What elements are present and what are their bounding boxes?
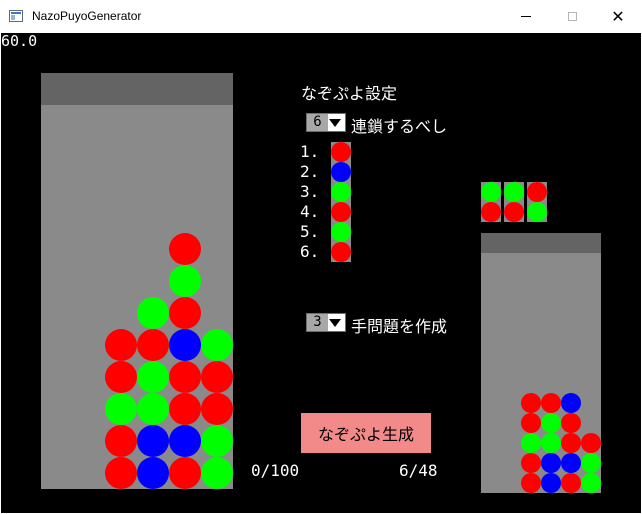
puyo-blue (137, 425, 169, 457)
chain-step-puyo (331, 222, 351, 242)
preview-puyo-blue (541, 473, 561, 493)
puyo-red (169, 297, 201, 329)
next-pair-bottom-puyo (504, 202, 524, 222)
next-pair-top-puyo (527, 182, 547, 202)
preview-puyo-red (521, 473, 541, 493)
puyo-red (105, 361, 137, 393)
close-button[interactable]: ✕ (595, 0, 641, 33)
preview-puyo-green (581, 453, 601, 473)
preview-puyo-red (541, 393, 561, 413)
chain-step-label: 4. (300, 202, 320, 221)
chain-step-puyo (331, 182, 351, 202)
preview-puyo-red (561, 433, 581, 453)
title-bar[interactable]: NazoPuyoGenerator ✕ (0, 0, 642, 33)
puyo-red (169, 457, 201, 489)
game-canvas[interactable]: 60.0 なぞぷよ設定 6 連鎖するべし 3 手問題を作成 なぞぷよ生成 0/1… (1, 33, 641, 513)
minimize-icon (521, 16, 531, 17)
preview-puyo-red (521, 393, 541, 413)
puyo-red (105, 329, 137, 361)
puyo-green (201, 329, 233, 361)
puyo-green (201, 457, 233, 489)
chain-step-label: 5. (300, 222, 320, 241)
preview-puyo-red (521, 453, 541, 473)
preview-puyo-green (581, 473, 601, 493)
minimize-button[interactable] (503, 0, 549, 33)
next-pair-bottom-puyo (481, 202, 501, 222)
chain-count-dropdown[interactable]: 6 (306, 113, 346, 132)
puyo-red (169, 393, 201, 425)
window-title: NazoPuyoGenerator (32, 9, 142, 23)
puyo-green (137, 361, 169, 393)
chain-step-label: 2. (300, 162, 320, 181)
puyo-green (105, 393, 137, 425)
puyo-green (137, 393, 169, 425)
chain-step-puyo (331, 242, 351, 262)
close-icon: ✕ (611, 6, 625, 26)
generate-button[interactable]: なぞぷよ生成 (301, 413, 431, 453)
preview-puyo-blue (561, 453, 581, 473)
preview-puyo-blue (541, 453, 561, 473)
chain-step-label: 3. (300, 182, 320, 201)
chain-step-label: 1. (300, 142, 320, 161)
maximize-icon (567, 12, 577, 21)
next-pair-top-puyo (481, 182, 501, 202)
preview-puyo-green (521, 433, 541, 453)
puyo-red (201, 361, 233, 393)
preview-puyo-red (561, 473, 581, 493)
app-window: NazoPuyoGenerator ✕ 60.0 なぞぷよ設定 6 連鎖するべし… (0, 0, 642, 514)
puyo-blue (137, 457, 169, 489)
preview-field-header (481, 233, 601, 253)
settings-heading: なぞぷよ設定 (301, 84, 398, 103)
preview-puyo-blue (561, 393, 581, 413)
preview-puyo-green (541, 433, 561, 453)
move-suffix-label: 手問題を作成 (351, 317, 448, 336)
puyo-red (201, 393, 233, 425)
main-field-header (41, 73, 233, 105)
move-count-dropdown[interactable]: 3 (306, 313, 346, 332)
preview-puyo-green (541, 413, 561, 433)
next-pair-top-puyo (504, 182, 524, 202)
puyo-red (105, 457, 137, 489)
chain-count-value: 6 (307, 114, 328, 131)
chain-suffix-label: 連鎖するべし (351, 117, 448, 136)
puyo-blue (169, 425, 201, 457)
chain-step-puyo (331, 142, 351, 162)
next-pair-bottom-puyo (527, 202, 547, 222)
progress-counter: 0/100 (251, 461, 300, 480)
app-icon (9, 10, 23, 22)
puyo-red (169, 233, 201, 265)
chain-step-puyo (331, 162, 351, 182)
puyo-blue (169, 329, 201, 361)
preview-puyo-red (521, 413, 541, 433)
dropdown-arrow-icon (329, 119, 341, 127)
puyo-green (169, 265, 201, 297)
move-count-value: 3 (307, 314, 328, 331)
preview-puyo-red (561, 413, 581, 433)
puyo-green (137, 297, 169, 329)
dropdown-arrow-icon (329, 319, 341, 327)
preview-puyo-red (581, 433, 601, 453)
fps-counter: 60.0 (1, 33, 38, 50)
puyo-red (137, 329, 169, 361)
maximize-button[interactable] (549, 0, 595, 33)
chain-step-puyo (331, 202, 351, 222)
puyo-red (169, 361, 201, 393)
chain-step-label: 6. (300, 242, 320, 261)
puyo-red (105, 425, 137, 457)
result-counter: 6/48 (399, 461, 438, 480)
puyo-green (201, 425, 233, 457)
